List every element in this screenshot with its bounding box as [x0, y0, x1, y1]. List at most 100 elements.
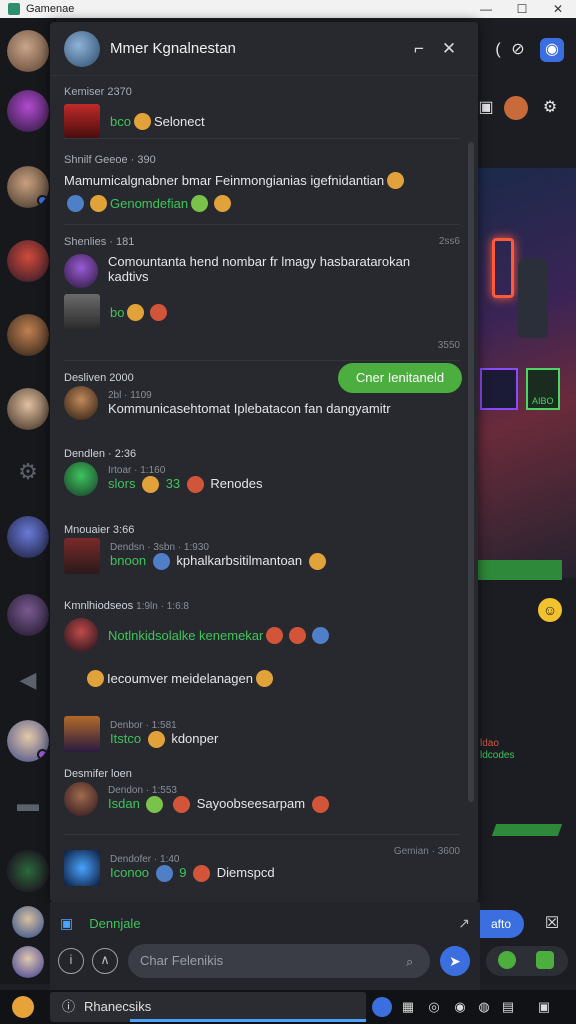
message-line: 2bl · 1109 Kommunicasehtomat Iplebatacon… [64, 386, 460, 420]
share-icon[interactable]: ↗ [458, 915, 470, 932]
rail-avatar-5[interactable] [7, 314, 49, 356]
group-name: Desmifer loen [64, 768, 132, 780]
message-thumbnail [64, 850, 100, 886]
user-avatar-small[interactable] [504, 96, 528, 120]
rail-avatar-9[interactable] [7, 720, 49, 762]
message-line: bco Selonect [64, 104, 460, 138]
emoji-icon [173, 796, 191, 814]
message-thumbnail [64, 716, 100, 752]
message-meta: Dendon · 1:553 [108, 784, 177, 796]
emoji-icon [87, 670, 104, 687]
scrollbar[interactable] [468, 142, 474, 802]
message-subtext: Iconoo [110, 864, 150, 880]
message-line: Dendon · 1:553 Isdan Sayoobseesarpam [64, 782, 460, 816]
message-group: Denbor · 1:581 Itstco kdonper [64, 710, 460, 752]
close-panel-button[interactable]: ✕ [434, 39, 464, 59]
message-count: 9 [179, 864, 187, 880]
gear-icon[interactable]: ⚙ [538, 96, 562, 120]
expand-icon[interactable]: ⌐ [404, 39, 434, 59]
add-server-button[interactable] [7, 850, 49, 892]
megaphone-icon[interactable]: ◀ [14, 666, 42, 694]
checkbox-icon[interactable]: ☒ [540, 912, 564, 936]
minimize-button[interactable]: — [468, 2, 504, 16]
start-icon[interactable] [12, 996, 34, 1018]
tray-icon-1[interactable]: ▦ [398, 997, 418, 1017]
footer-label: Dennjale [89, 915, 141, 931]
title-bar: Gamenae — ☐ ✕ [0, 0, 576, 18]
right-link-2[interactable]: ldcodes [480, 750, 514, 761]
message-text: Diemspcd [216, 864, 275, 880]
panel-header: Mmer Kgnalnestan ⌐ ✕ [50, 22, 478, 76]
tray-icon-3[interactable]: ◉ [450, 997, 470, 1017]
message-group: Desmifer loen Dendon · 1:553 Isdan Sayoo… [64, 768, 460, 816]
discord-icon[interactable]: ◉ [540, 38, 564, 62]
app-icon [8, 3, 20, 15]
emoji-icon [311, 796, 329, 814]
tray-icon-5[interactable]: ▤ [498, 997, 518, 1017]
taskbar-search[interactable]: ⓘ Rhanecsiks [50, 992, 366, 1022]
group-header: Mnouaier 3:66 [64, 524, 460, 536]
message-list: Kemiser 2370 bco Selonect Shnilf Geeoe ·… [50, 78, 470, 898]
browser-icon[interactable] [372, 997, 392, 1017]
message-text: Sayoobseesarpam [196, 795, 306, 811]
maximize-button[interactable]: ☐ [504, 2, 540, 16]
message-line: Dendsn · 3sbn · 1:930 bnoon kphalkarbsit… [64, 538, 460, 574]
send-button[interactable]: ➤ [440, 946, 470, 976]
emoji-icon [90, 195, 107, 212]
toggle-group[interactable] [486, 946, 568, 976]
rail-avatar-4[interactable] [7, 240, 49, 282]
right-link-1[interactable]: ldao [480, 738, 499, 749]
panel-title: Mmer Kgnalnestan [110, 40, 236, 57]
emoji-icon [133, 112, 151, 130]
tray-icon-4[interactable]: ◍ [474, 997, 494, 1017]
emoji-icon [289, 626, 307, 644]
message-line: Iecoumver meidelanagen [64, 670, 460, 687]
doc-icon[interactable]: ▣ [60, 915, 73, 932]
message-subtext: slors [108, 475, 136, 491]
message-meta: Irtoar · 1:160 [108, 464, 166, 476]
message-meta: Dendsn · 3sbn · 1:930 [110, 541, 209, 553]
info-icon[interactable]: i [58, 948, 84, 974]
message-line: Irtoar · 1:160 slors 33 Renodes [64, 462, 460, 496]
inbox-icon[interactable]: ▣ [478, 96, 498, 120]
sender-avatar [64, 782, 98, 816]
message-group: Shnilf Geeoe · 390 Mamumicalgnabner bmar… [64, 154, 460, 212]
rail-avatar-3[interactable] [7, 166, 49, 208]
message-line: Genomdefian [64, 195, 460, 212]
message-line: Comountanta hend nombar fr lmagy hasbara… [64, 254, 460, 288]
rail-avatar-2[interactable] [7, 90, 49, 132]
rail-avatar-1[interactable] [7, 30, 49, 72]
message-meta: Denbor · 1:581 [110, 719, 177, 731]
emoji-icon [255, 670, 273, 687]
close-window-button[interactable]: ✕ [540, 2, 576, 16]
attach-icon[interactable]: ∧ [92, 948, 118, 974]
emoji-icon [142, 476, 160, 494]
footer-row: ▣ Dennjale ↗ [50, 908, 480, 938]
group-name: Mnouaier 3:66 [64, 524, 135, 536]
rail-avatar-6[interactable] [7, 388, 49, 430]
divider [64, 138, 460, 139]
link-icon[interactable]: ⊘ [506, 38, 530, 62]
search-icon[interactable]: ⌕ [406, 954, 413, 970]
message-group: Gemian · 3600 Dendofer · 1:40 Iconoo 9 D… [64, 844, 460, 886]
character-figure [518, 258, 548, 338]
window-title: Gamenae [26, 3, 75, 15]
rail-avatar-11[interactable] [12, 946, 44, 978]
tray-icon-2[interactable]: ◎ [424, 997, 444, 1017]
emoji-icon [152, 553, 170, 571]
right-action-button[interactable]: afto [478, 910, 524, 938]
message-subtext: Itstco [110, 730, 142, 746]
emoji-icon[interactable]: ☺ [538, 598, 562, 622]
rail-avatar-10[interactable] [12, 906, 44, 938]
rail-avatar-7[interactable] [7, 516, 49, 558]
group-header: Dendlen · 2:36 [64, 448, 460, 460]
emoji-icon [191, 195, 209, 212]
tray-icon-6[interactable]: ▣ [534, 997, 554, 1017]
emoji-icon [155, 865, 173, 883]
settings-icon[interactable]: ⚙ [14, 458, 42, 486]
rail-avatar-8[interactable] [7, 594, 49, 636]
chat-bubble-icon[interactable]: ▬ [14, 790, 42, 818]
chat-input[interactable]: Char Felenikis [128, 944, 430, 978]
emoji-icon [308, 553, 326, 571]
message-text: kdonper [171, 730, 219, 746]
